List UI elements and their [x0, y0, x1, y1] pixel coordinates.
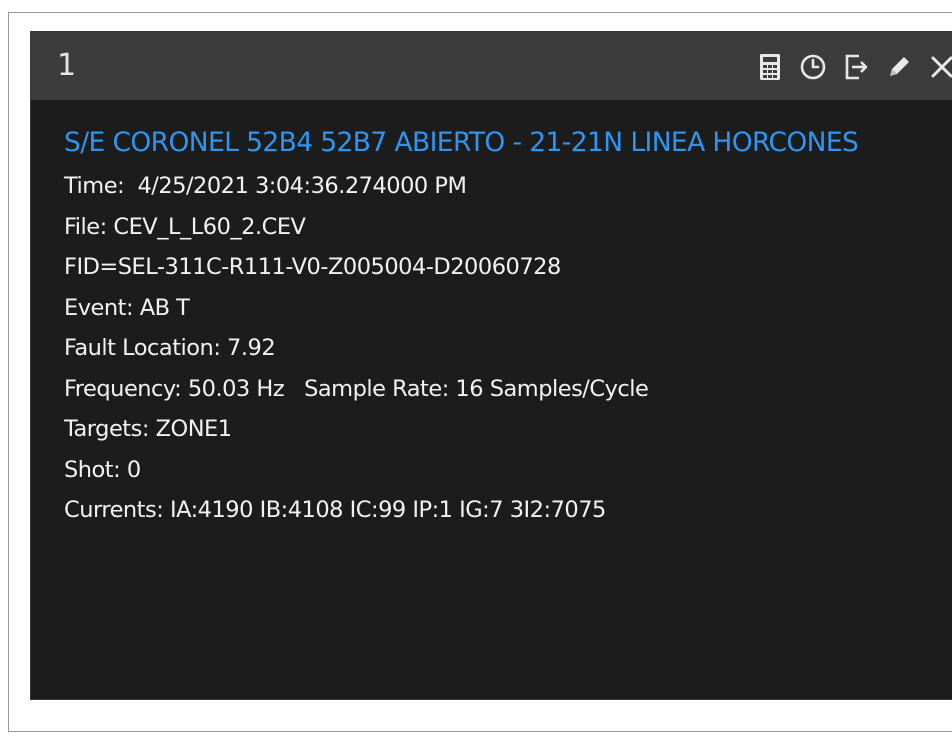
frequency-sample-rate: Frequency: 50.03 Hz Sample Rate: 16 Samp…	[64, 375, 649, 402]
pencil-icon	[890, 57, 909, 76]
event-panel: 1 S/E CORONEL 52B4 52B7 ABIERTO - 21-21N…	[30, 31, 952, 700]
event-fid: FID=SEL-311C-R111-V0-Z005004-D20060728	[64, 254, 561, 280]
event-title: S/E CORONEL 52B4 52B7 ABIERTO - 21-21N L…	[64, 127, 859, 158]
event-currents: Currents: IA:4190 IB:4108 IC:99 IP:1 IG:…	[64, 497, 606, 523]
event-details: S/E CORONEL 52B4 52B7 ABIERTO - 21-21N L…	[64, 120, 952, 531]
event-type: Event: AB T	[64, 294, 190, 321]
panel-toolbar	[744, 50, 952, 84]
calculator-icon	[760, 54, 780, 80]
export-icon	[845, 54, 868, 80]
export-button[interactable]	[839, 50, 873, 84]
panel-number: 1	[57, 48, 77, 83]
fault-location: Fault Location: 7.92	[64, 335, 276, 361]
close-button[interactable]	[925, 50, 952, 84]
event-time: Time: 4/25/2021 3:04:36.274000 PM	[64, 173, 467, 199]
event-file: File: CEV_L_L60_2.CEV	[64, 213, 306, 240]
clock-button[interactable]	[796, 50, 830, 84]
clock-icon	[800, 54, 826, 80]
calculator-button[interactable]	[753, 50, 787, 84]
edit-button[interactable]	[882, 50, 916, 84]
event-shot: Shot: 0	[64, 456, 141, 483]
close-icon	[931, 56, 952, 78]
panel-titlebar: 1	[31, 32, 952, 100]
event-targets: Targets: ZONE1	[64, 416, 232, 442]
